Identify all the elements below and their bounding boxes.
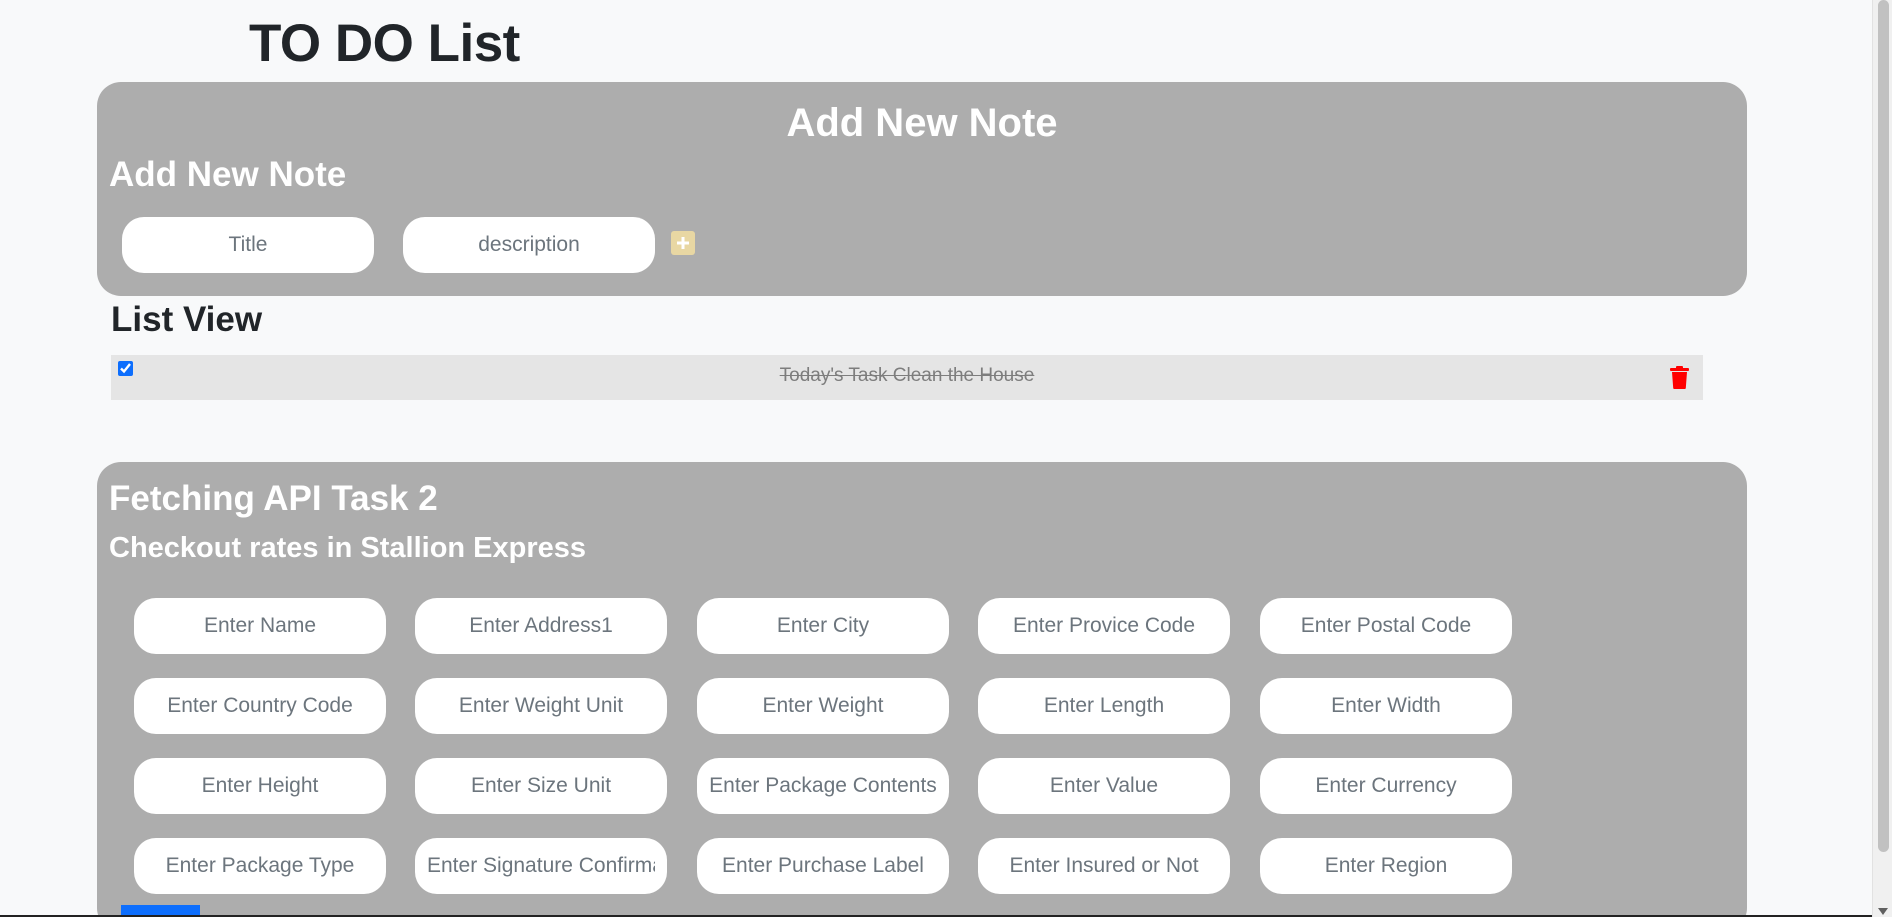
list-view-heading: List View (111, 300, 263, 339)
api-task-panel: Fetching API Task 2 Checkout rates in St… (97, 462, 1747, 917)
insured-input[interactable] (978, 838, 1230, 894)
api-task-heading: Fetching API Task 2 (109, 479, 438, 518)
plus-square-icon (677, 237, 689, 249)
note-description-input[interactable] (403, 217, 655, 273)
region-input[interactable] (1260, 838, 1512, 894)
package-type-input[interactable] (134, 838, 386, 894)
name-input[interactable] (134, 598, 386, 654)
note-title-input[interactable] (122, 217, 374, 273)
package-contents-input[interactable] (697, 758, 949, 814)
purchase-label-input[interactable] (697, 838, 949, 894)
weight-input[interactable] (697, 678, 949, 734)
size-unit-input[interactable] (415, 758, 667, 814)
currency-input[interactable] (1260, 758, 1512, 814)
scrollbar-thumb[interactable] (1878, 0, 1889, 852)
vertical-scrollbar[interactable] (1872, 0, 1892, 917)
page-title: TO DO List (249, 14, 520, 73)
add-note-panel: Add New Note Add New Note (97, 82, 1747, 296)
list-item: Today's Task Clean the House (111, 355, 1703, 400)
province-code-input[interactable] (978, 598, 1230, 654)
weight-unit-input[interactable] (415, 678, 667, 734)
height-input[interactable] (134, 758, 386, 814)
address1-input[interactable] (415, 598, 667, 654)
value-input[interactable] (978, 758, 1230, 814)
add-note-form-heading: Add New Note (109, 155, 347, 194)
postal-code-input[interactable] (1260, 598, 1512, 654)
scroll-down-arrow-icon[interactable] (1878, 908, 1888, 915)
api-task-subheading: Checkout rates in Stallion Express (109, 532, 587, 564)
add-note-button[interactable] (671, 231, 695, 255)
signature-confirmation-input[interactable] (415, 838, 667, 894)
trash-icon[interactable] (1670, 366, 1689, 389)
width-input[interactable] (1260, 678, 1512, 734)
city-input[interactable] (697, 598, 949, 654)
add-note-panel-heading: Add New Note (786, 101, 1058, 145)
country-code-input[interactable] (134, 678, 386, 734)
task-text: Today's Task Clean the House (779, 365, 1035, 386)
length-input[interactable] (978, 678, 1230, 734)
